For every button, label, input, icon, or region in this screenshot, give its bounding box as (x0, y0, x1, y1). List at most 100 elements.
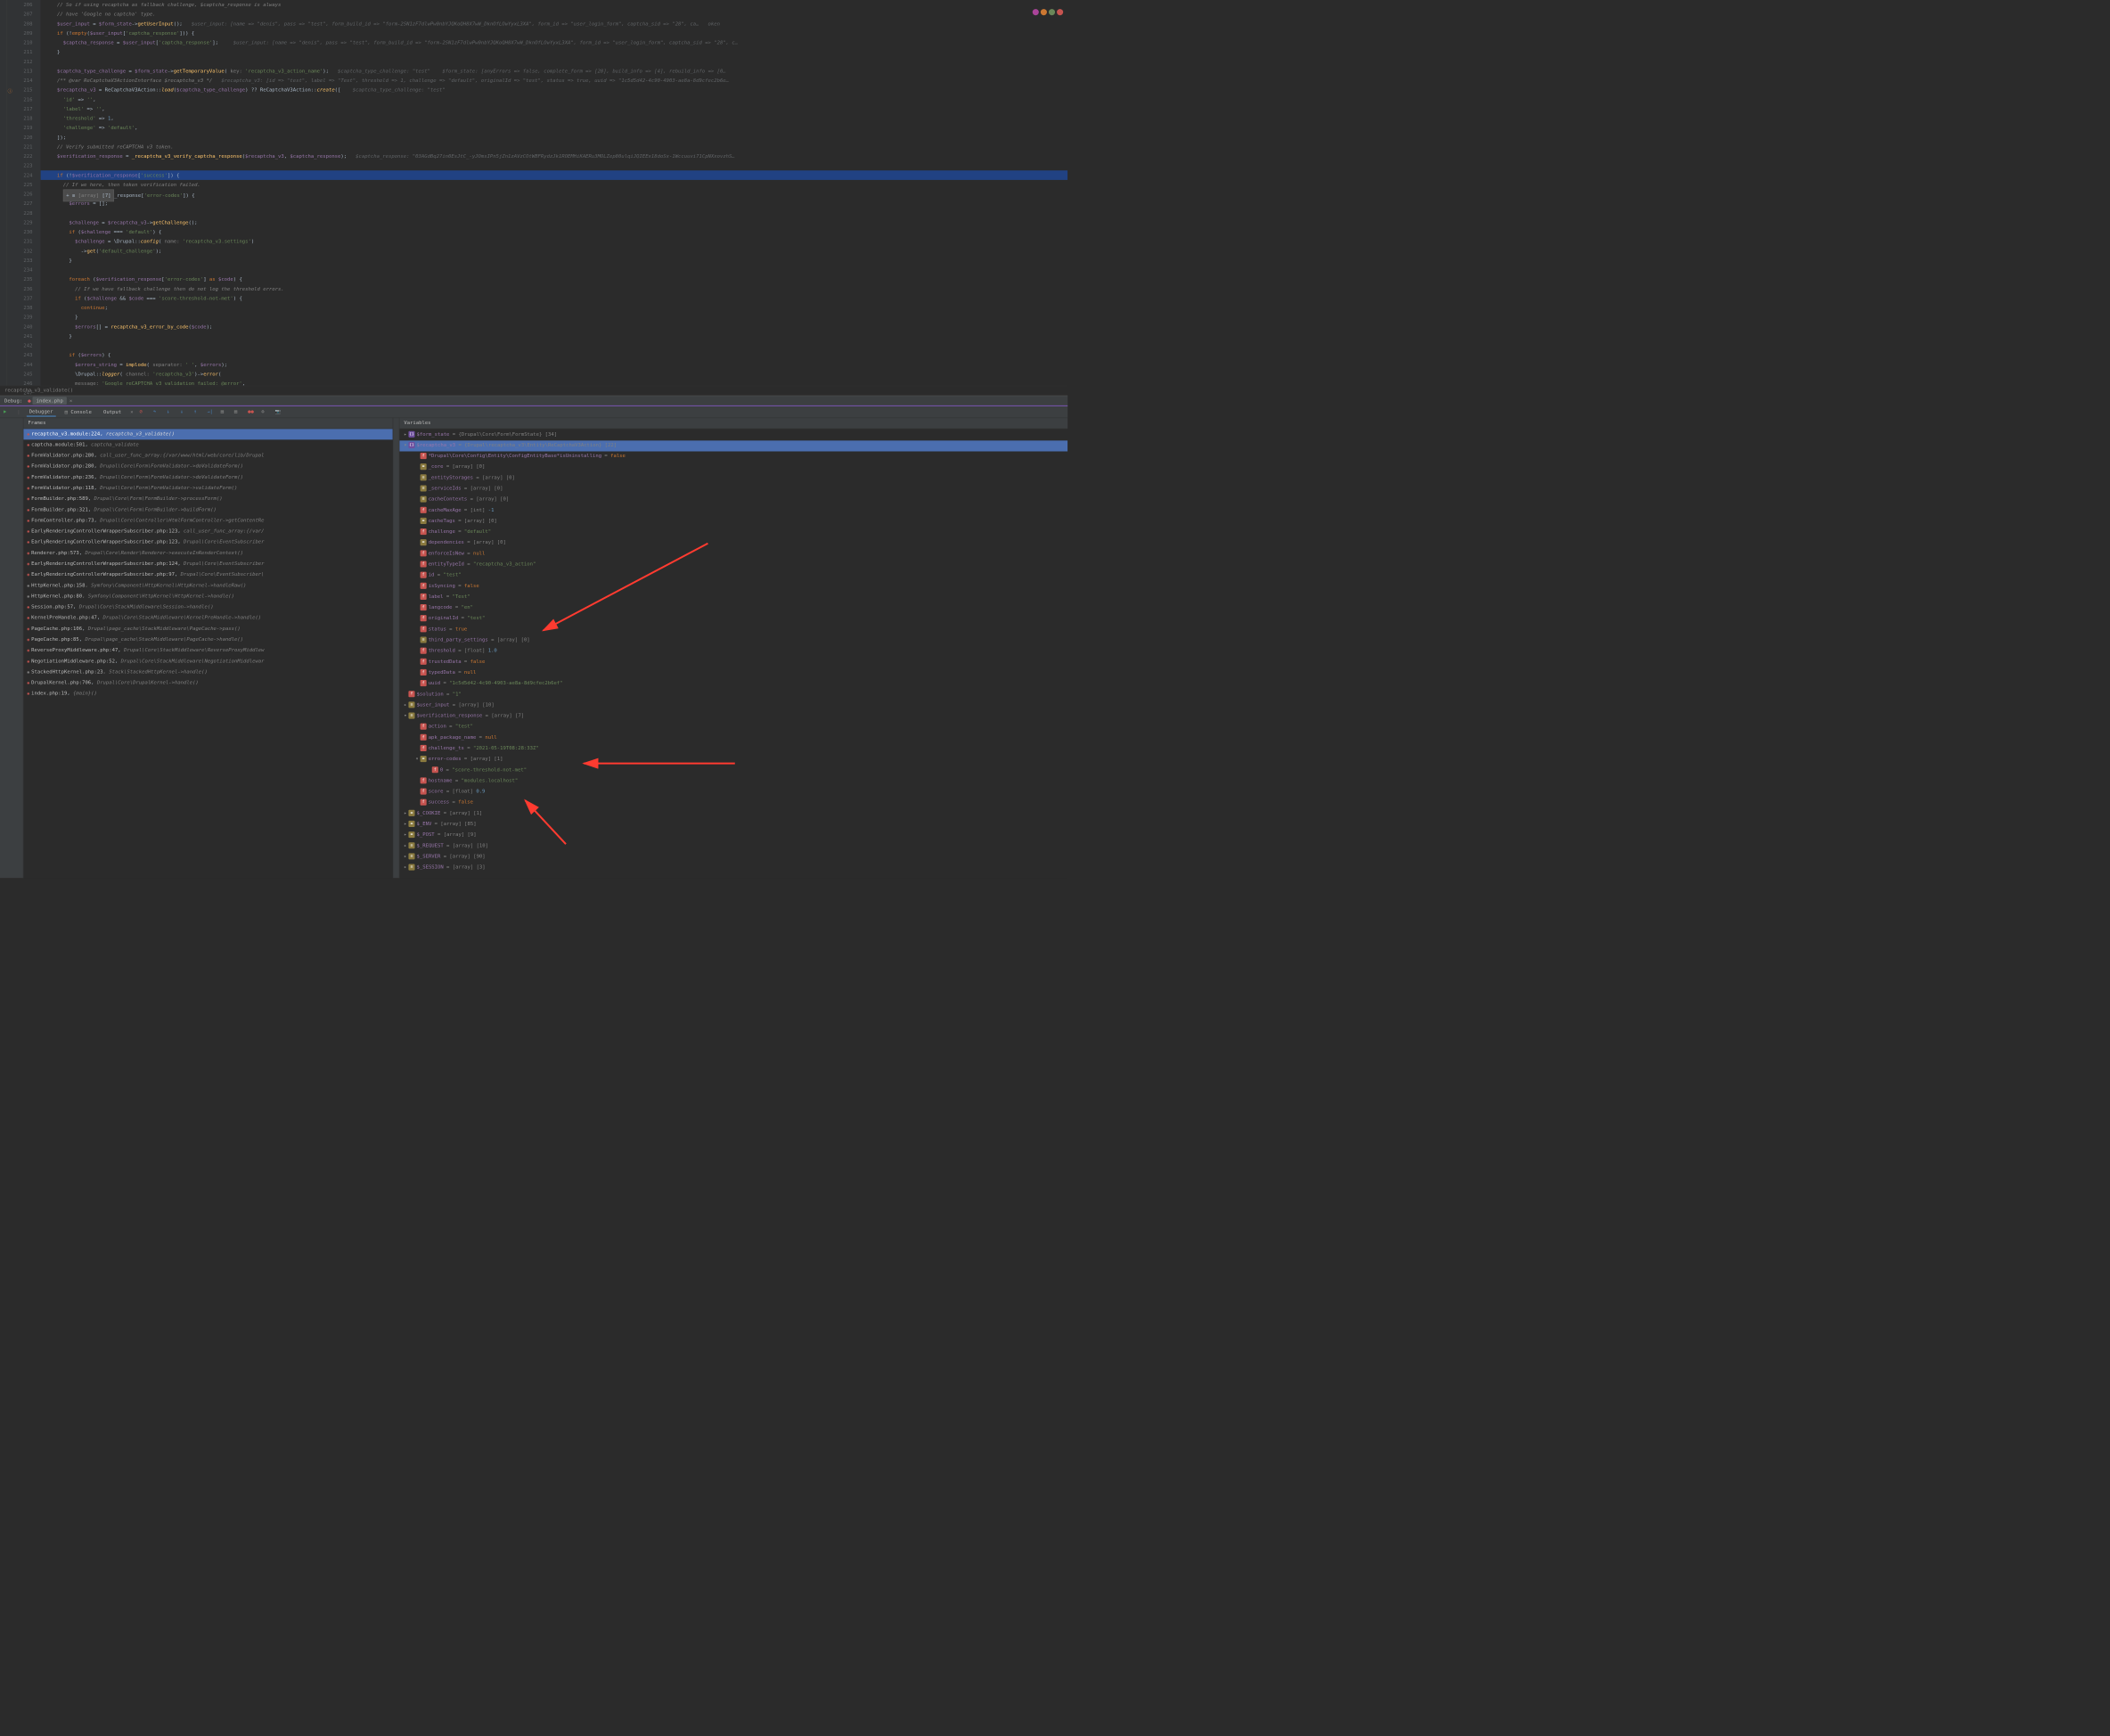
variable-row[interactable]: ftypedData = null (399, 667, 1067, 678)
frame-row[interactable]: FormValidator.php:280, Drupal\Core\Form\… (23, 462, 392, 472)
variable-row[interactable]: ▸{}$form_state = {Drupal\Core\Form\FormS… (399, 430, 1067, 440)
panel-resize-handle[interactable] (393, 418, 399, 878)
view-breakpoints-icon[interactable]: ●● (248, 408, 255, 415)
frame-row[interactable]: DrupalKernel.php:706, Drupal\Core\Drupal… (23, 678, 392, 689)
frame-row[interactable]: NegotiationMiddleware.php:52, Drupal\Cor… (23, 656, 392, 667)
variable-row[interactable]: ftrustedData = false (399, 657, 1067, 667)
frames-panel: Frames recaptcha_v3.module:224, recaptch… (23, 418, 393, 878)
variable-row[interactable]: fenforceIsNew = null (399, 549, 1067, 560)
editor-breadcrumb[interactable]: recaptcha_v3_validate() (0, 386, 1067, 396)
variable-row[interactable]: ≡cacheContexts = [array] [0] (399, 495, 1067, 505)
frame-row[interactable]: FormValidator.php:280, call_user_func_ar… (23, 450, 392, 461)
frame-row[interactable]: FormValidator.php:118, Drupal\Core\Form\… (23, 483, 392, 494)
variable-row[interactable]: ▸≡$user_input = [array] [10] (399, 700, 1067, 711)
variable-row[interactable]: ≡dependencies = [array] [0] (399, 538, 1067, 549)
frame-row[interactable]: FormBuilder.php:589, Drupal\Core\Form\Fo… (23, 494, 392, 504)
step-out-icon[interactable] (193, 408, 200, 415)
variable-row[interactable]: ▸≡$_POST = [array] [9] (399, 831, 1067, 841)
variable-row[interactable]: ≡third_party_settings = [array] [0] (399, 635, 1067, 646)
variable-row[interactable]: foriginalId = "test" (399, 614, 1067, 625)
variable-row[interactable]: ≡_core = [array] [0] (399, 463, 1067, 473)
variable-row[interactable]: ▸≡$_ENV = [array] [85] (399, 819, 1067, 830)
variable-row[interactable]: f*Drupal\Core\Config\Entity\ConfigEntity… (399, 452, 1067, 463)
frame-row[interactable]: FormController.php:73, Drupal\Core\Contr… (23, 515, 392, 526)
variable-row[interactable]: fsuccess = false (399, 798, 1067, 808)
evaluate-icon-2[interactable] (234, 408, 241, 415)
variable-row[interactable]: ≡_entityStorages = [array] [0] (399, 473, 1067, 484)
frame-row[interactable]: EarlyRenderingControllerWrapperSubscribe… (23, 537, 392, 548)
variable-row[interactable]: fhostname = "modules.localhost" (399, 776, 1067, 787)
variable-row[interactable]: ≡_serviceIds = [array] [0] (399, 484, 1067, 495)
variable-row[interactable]: fchallenge = "default" (399, 528, 1067, 538)
variable-row[interactable]: ▸≡$_COOKIE = [array] [1] (399, 808, 1067, 819)
variable-row[interactable]: flabel = "Test" (399, 592, 1067, 602)
frame-row[interactable]: EarlyRenderingControllerWrapperSubscribe… (23, 527, 392, 537)
frame-row[interactable]: Renderer.php:573, Drupal\Core\Render\Ren… (23, 548, 392, 559)
variable-row[interactable]: fcacheMaxAge = [int] -1 (399, 505, 1067, 516)
variable-row[interactable]: fapk_package_name = null (399, 733, 1067, 743)
variable-row[interactable]: ≡cacheTags = [array] [0] (399, 516, 1067, 527)
frame-row[interactable]: PageCache.php:85, Drupal\page_cache\Stac… (23, 635, 392, 645)
frame-row[interactable]: Session.php:57, Drupal\Core\StackMiddlew… (23, 602, 392, 613)
variable-row[interactable]: ▸≡$_SESSION = [array] [3] (399, 863, 1067, 873)
variable-row[interactable]: fthreshold = [float] 1.0 (399, 646, 1067, 657)
frames-list[interactable]: recaptcha_v3.module:224, recaptcha_v3_va… (23, 429, 392, 878)
frame-row[interactable]: KernelPreHandle.php:47, Drupal\Core\Stac… (23, 613, 392, 624)
frame-row[interactable]: FormBuilder.php:321, Drupal\Core\Form\Fo… (23, 504, 392, 515)
editor-area: 206207208✓209210211212213214215ⓘ21621721… (0, 0, 1067, 386)
variable-row[interactable]: ▸≡$_REQUEST = [array] [10] (399, 841, 1067, 852)
frame-row[interactable]: FormValidator.php:236, Drupal\Core\Form\… (23, 472, 392, 483)
frame-row[interactable]: recaptcha_v3.module:224, recaptcha_v3_va… (23, 429, 392, 439)
debug-file-tab[interactable]: index.php (33, 397, 67, 405)
frame-row[interactable]: EarlyRenderingControllerWrapperSubscribe… (23, 569, 392, 580)
debug-toolbar: | Debugger ▤ Console Output × ●● ⚙ (0, 406, 1067, 418)
variables-header: Variables (399, 418, 1067, 429)
close-icon[interactable]: × (70, 397, 72, 404)
frame-row[interactable]: EarlyRenderingControllerWrapperSubscribe… (23, 559, 392, 569)
variable-row[interactable]: faction = "test" (399, 722, 1067, 733)
frame-row[interactable]: ReverseProxyMiddleware.php:47, Drupal\Co… (23, 645, 392, 656)
force-step-into-icon[interactable] (180, 408, 187, 415)
mute-breakpoints-icon[interactable] (140, 408, 147, 415)
variable-row[interactable]: ▾≡error-codes = [array] [1] (399, 755, 1067, 766)
step-over-icon[interactable] (153, 408, 160, 415)
variable-row[interactable]: fstatus = true (399, 625, 1067, 635)
resume-icon[interactable] (4, 408, 11, 415)
tab-debugger[interactable]: Debugger (27, 407, 56, 417)
variable-row[interactable]: f0 = "score-threshold-not-met" (399, 766, 1067, 776)
variable-row[interactable]: ▾≡$verification_response = [array] [7] (399, 711, 1067, 722)
variable-row[interactable]: flangcode = "en" (399, 603, 1067, 614)
debug-title: Debug: (4, 397, 22, 404)
variables-tree[interactable]: ▸{}$form_state = {Drupal\Core\Form\FormS… (399, 429, 1067, 878)
step-into-icon[interactable] (167, 408, 174, 415)
frame-row[interactable]: index.php:19, {main}() (23, 689, 392, 700)
frame-row[interactable]: PageCache.php:106, Drupal\page_cache\Sta… (23, 624, 392, 635)
variable-row[interactable]: fid = "test" (399, 570, 1067, 581)
tab-console[interactable]: ▤ Console (62, 407, 94, 416)
variable-row[interactable]: f$solution = "1" (399, 690, 1067, 700)
frame-row[interactable]: HttpKernel.php:80, Symfony\Component\Htt… (23, 591, 392, 602)
tab-output[interactable]: Output (101, 407, 124, 416)
evaluate-icon[interactable] (221, 408, 228, 415)
frames-header: Frames (23, 418, 392, 429)
settings-icon[interactable]: ⚙ (261, 408, 268, 415)
variable-row[interactable]: ▾{}$recaptcha_v3 = {Drupal\recaptcha_v3\… (399, 440, 1067, 451)
variable-row[interactable]: fchallenge_ts = "2021-05-19T08:28:33Z" (399, 743, 1067, 754)
thread-dump-icon[interactable] (274, 408, 282, 415)
debug-file-dot: ● (28, 397, 30, 404)
top-right-indicators (1033, 9, 1063, 15)
run-to-cursor-icon[interactable] (208, 408, 215, 415)
variable-row[interactable]: fscore = [float] 0.9 (399, 787, 1067, 798)
debug-left-toolbar (0, 418, 23, 878)
line-number-gutter: 206207208✓209210211212213214215ⓘ21621721… (7, 0, 41, 386)
frame-row[interactable]: HttpKernel.php:158, Symfony\Component\Ht… (23, 580, 392, 591)
variable-row[interactable]: ▸≡$_SERVER = [array] [90] (399, 852, 1067, 863)
debug-tab-bar: Debug: ● index.php × (0, 396, 1067, 406)
variable-row[interactable]: fentityTypeId = "recaptcha_v3_action" (399, 560, 1067, 570)
code-editor[interactable]: // So if using recaptcha as fallback cha… (41, 0, 1068, 386)
frame-row[interactable]: captcha.module:501, captcha_validate (23, 439, 392, 450)
frame-row[interactable]: StackedHttpKernel.php:23, Stack\StackedH… (23, 667, 392, 677)
close-output-icon[interactable]: × (130, 409, 133, 415)
variable-row[interactable]: fuuid = "1c5d5d42-4c90-4903-ae8a-8d9cfec… (399, 679, 1067, 690)
variable-row[interactable]: fisSyncing = false (399, 581, 1067, 592)
